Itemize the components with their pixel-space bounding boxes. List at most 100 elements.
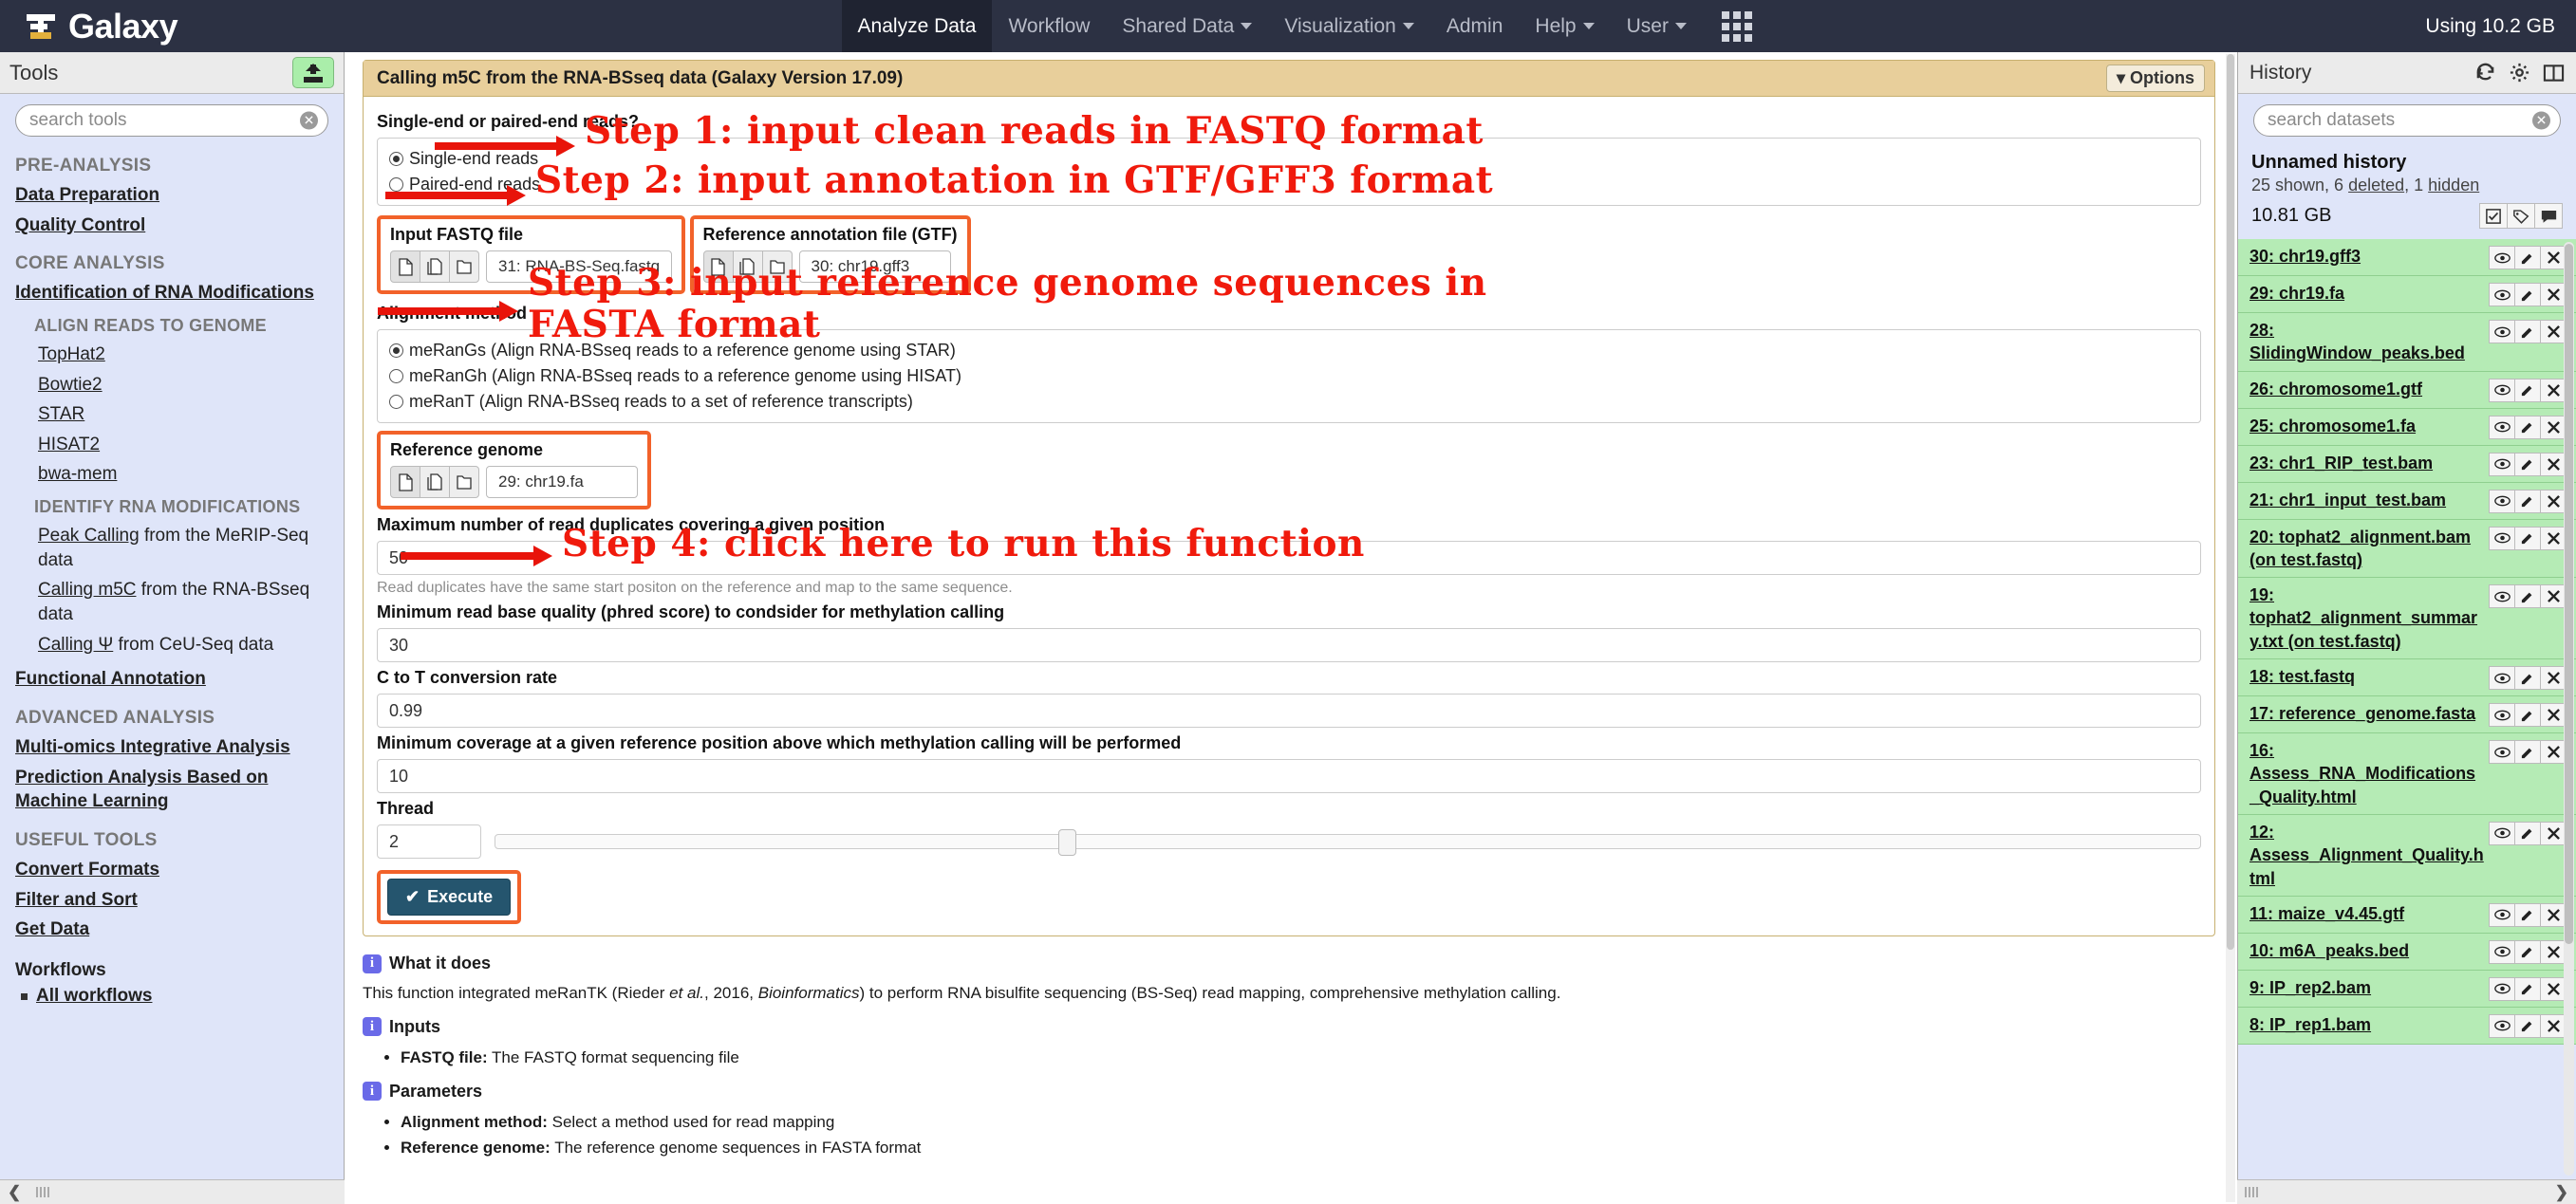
list-item[interactable]: 20: tophat2_alignment.bam (on test.fastq… <box>2238 519 2576 579</box>
clear-icon[interactable]: ✕ <box>300 111 318 130</box>
tool-link-star[interactable]: STAR <box>0 399 344 430</box>
eye-icon[interactable] <box>2489 703 2515 728</box>
dataset-title[interactable]: 20: tophat2_alignment.bam (on test.fastq… <box>2249 526 2490 572</box>
nav-admin[interactable]: Admin <box>1430 0 1520 52</box>
list-item[interactable]: 30: chr19.gff3 <box>2238 239 2576 276</box>
list-item[interactable]: 10: m6A_peaks.bed <box>2238 933 2576 971</box>
tool-link-prediction-analysis[interactable]: Prediction Analysis Based on Machine Lea… <box>0 763 344 817</box>
tool-link-data-preparation[interactable]: Data Preparation <box>0 180 344 211</box>
delete-icon[interactable] <box>2540 246 2567 269</box>
multiple-datasets-icon[interactable] <box>732 250 763 283</box>
list-item[interactable]: 28: SlidingWindow_peaks.bed <box>2238 313 2576 372</box>
single-dataset-icon[interactable] <box>702 250 734 283</box>
tool-link-tophat2[interactable]: TopHat2 <box>0 340 344 370</box>
pencil-icon[interactable] <box>2514 821 2541 845</box>
thread-slider[interactable] <box>495 829 2201 856</box>
pencil-icon[interactable] <box>2514 740 2541 765</box>
counts-deleted-link[interactable]: deleted <box>2348 176 2404 194</box>
eye-icon[interactable] <box>2489 526 2515 550</box>
pencil-icon[interactable] <box>2514 320 2541 343</box>
history-scrollbar[interactable] <box>2564 242 2574 1176</box>
panel-resize-handle[interactable] <box>2237 1187 2258 1197</box>
list-item[interactable]: 8: IP_rep1.bam <box>2238 1007 2576 1045</box>
options-button[interactable]: ▾ Options <box>2105 65 2205 92</box>
list-item[interactable]: 11: maize_v4.45.gtf <box>2238 896 2576 934</box>
dataset-collection-icon[interactable] <box>761 250 793 283</box>
thread-input[interactable]: 2 <box>377 824 481 859</box>
pencil-icon[interactable] <box>2514 666 2541 691</box>
tool-link-bwa-mem[interactable]: bwa-mem <box>0 459 344 490</box>
delete-icon[interactable] <box>2540 584 2567 609</box>
pencil-icon[interactable] <box>2514 902 2541 927</box>
tool-link-filter-and-sort[interactable]: Filter and Sort <box>0 885 344 916</box>
multiple-datasets-icon[interactable] <box>420 466 450 498</box>
tool-link-multi-omics[interactable]: Multi-omics Integrative Analysis <box>0 732 344 763</box>
dataset-collection-icon[interactable] <box>449 466 479 498</box>
eye-icon[interactable] <box>2489 1013 2515 1038</box>
delete-icon[interactable] <box>2540 902 2567 927</box>
list-item[interactable]: 17: reference_genome.fasta <box>2238 696 2576 734</box>
tool-link-bowtie2[interactable]: Bowtie2 <box>0 370 344 400</box>
eye-icon[interactable] <box>2489 246 2515 269</box>
select-checkbox-icon[interactable] <box>2479 203 2508 229</box>
delete-icon[interactable] <box>2540 415 2567 439</box>
pencil-icon[interactable] <box>2514 1013 2541 1038</box>
dataset-title[interactable]: 29: chr19.fa <box>2249 282 2490 305</box>
tool-link-quality-control[interactable]: Quality Control <box>0 211 344 241</box>
pencil-icon[interactable] <box>2514 378 2541 402</box>
dataset-title[interactable]: 28: SlidingWindow_peaks.bed <box>2249 319 2490 365</box>
columns-icon[interactable] <box>2543 63 2565 83</box>
eye-icon[interactable] <box>2489 666 2515 691</box>
radio-paired-end[interactable]: Paired-end reads <box>389 172 2189 197</box>
eye-icon[interactable] <box>2489 939 2515 964</box>
history-search-input[interactable]: search datasets ✕ <box>2253 104 2561 137</box>
annotation-icon[interactable] <box>2534 203 2563 229</box>
dataset-title[interactable]: 23: chr1_RIP_test.bam <box>2249 452 2490 474</box>
galaxy-logo[interactable]: Galaxy <box>0 0 187 52</box>
tool-link-identification-rna-modifications[interactable]: Identification of RNA Modifications <box>0 278 344 308</box>
radio-meranGh[interactable]: meRanGh (Align RNA-BSseq reads to a refe… <box>389 363 2189 389</box>
list-item[interactable]: 26: chromosome1.gtf <box>2238 371 2576 409</box>
eye-icon[interactable] <box>2489 584 2515 609</box>
list-item[interactable]: 21: chr1_input_test.bam <box>2238 482 2576 520</box>
eye-icon[interactable] <box>2489 283 2515 306</box>
delete-icon[interactable] <box>2540 378 2567 402</box>
list-item[interactable]: 29: chr19.fa <box>2238 276 2576 313</box>
pencil-icon[interactable] <box>2514 246 2541 269</box>
pencil-icon[interactable] <box>2514 489 2541 513</box>
tool-link-calling-psi[interactable]: Calling Ψ from CeU-Seq data <box>0 630 344 660</box>
dataset-title[interactable]: 30: chr19.gff3 <box>2249 245 2490 268</box>
radio-meranT[interactable]: meRanT (Align RNA-BSseq reads to a set o… <box>389 389 2189 415</box>
delete-icon[interactable] <box>2540 452 2567 476</box>
collapse-panel-icon[interactable]: ❮ <box>0 1183 28 1202</box>
tool-link-calling-m5c[interactable]: Calling m5C from the RNA-BSseq data <box>0 575 344 629</box>
list-item[interactable]: 25: chromosome1.fa <box>2238 408 2576 446</box>
list-item[interactable]: 18: test.fastq <box>2238 659 2576 697</box>
dataset-title[interactable]: 11: maize_v4.45.gtf <box>2249 902 2490 925</box>
dataset-title[interactable]: 21: chr1_input_test.bam <box>2249 489 2490 511</box>
execute-button[interactable]: ✔ Execute <box>387 879 512 916</box>
single-dataset-icon[interactable] <box>390 250 420 283</box>
eye-icon[interactable] <box>2489 320 2515 343</box>
mincov-input[interactable]: 10 <box>377 759 2201 793</box>
conversion-rate-input[interactable]: 0.99 <box>377 694 2201 728</box>
refresh-icon[interactable] <box>2474 62 2496 83</box>
list-item[interactable]: 19: tophat2_alignment_summary.txt (on te… <box>2238 578 2576 660</box>
eye-icon[interactable] <box>2489 452 2515 476</box>
radio-single-end[interactable]: Single-end reads <box>389 146 2189 172</box>
dataset-collection-icon[interactable] <box>449 250 479 283</box>
workflow-link-all[interactable]: All workflows <box>36 986 152 1006</box>
tool-link-convert-formats[interactable]: Convert Formats <box>0 855 344 885</box>
pencil-icon[interactable] <box>2514 939 2541 964</box>
fastq-dataset-select[interactable]: 31: RNA-BS-Seq.fastq <box>486 250 673 283</box>
eye-icon[interactable] <box>2489 415 2515 439</box>
delete-icon[interactable] <box>2540 703 2567 728</box>
dataset-title[interactable]: 9: IP_rep2.bam <box>2249 976 2490 999</box>
dataset-title[interactable]: 12: Assess_Alignment_Quality.html <box>2249 821 2490 890</box>
delete-icon[interactable] <box>2540 976 2567 1001</box>
dataset-title[interactable]: 17: reference_genome.fasta <box>2249 702 2490 725</box>
nav-user[interactable]: User <box>1611 0 1703 52</box>
tool-link-functional-annotation[interactable]: Functional Annotation <box>0 659 344 695</box>
gear-icon[interactable] <box>2509 62 2530 83</box>
gtf-dataset-select[interactable]: 30: chr19.gff3 <box>798 250 951 283</box>
